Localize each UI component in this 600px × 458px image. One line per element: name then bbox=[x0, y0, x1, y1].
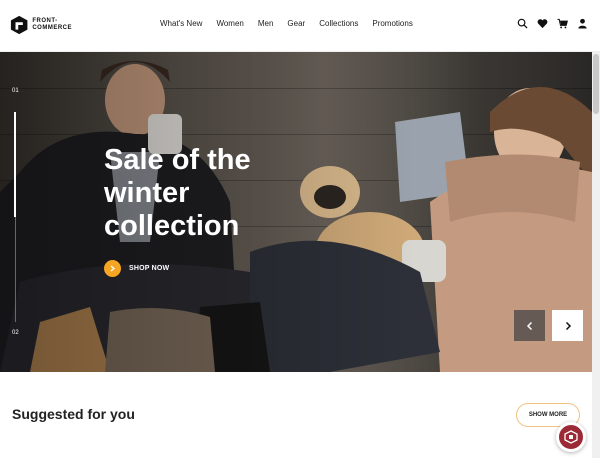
shop-now-label: SHOP NOW bbox=[129, 265, 170, 272]
brand-name-line2: COMMERCE bbox=[32, 25, 72, 31]
chevron-right-icon bbox=[110, 265, 115, 272]
carousel-prev-button[interactable] bbox=[514, 310, 545, 341]
chevron-right-icon bbox=[565, 321, 571, 330]
nav-item-promotions[interactable]: Promotions bbox=[372, 19, 412, 28]
nav-item-whats-new[interactable]: What's New bbox=[160, 19, 202, 28]
brand-logo[interactable]: FRONT- COMMERCE bbox=[10, 14, 72, 36]
shop-now-button[interactable]: SHOP NOW bbox=[104, 260, 169, 277]
hero-title: Sale of the winter collection bbox=[104, 144, 251, 242]
page-scrollbar[interactable] bbox=[592, 52, 600, 458]
hero-carousel: 01 02 Sale of the winter collection SHOP… bbox=[0, 52, 592, 372]
slide-progress-fill bbox=[14, 112, 16, 217]
logo-icon bbox=[10, 15, 28, 35]
cart-icon[interactable] bbox=[557, 18, 568, 29]
site-header: FRONT- COMMERCE What's New Women Men Gea… bbox=[0, 0, 600, 52]
chat-widget-button[interactable] bbox=[556, 422, 586, 452]
heart-icon[interactable] bbox=[537, 18, 548, 29]
nav-item-gear[interactable]: Gear bbox=[287, 19, 305, 28]
header-actions bbox=[517, 18, 588, 29]
slide-index-current[interactable]: 01 bbox=[12, 88, 19, 94]
suggested-title: Suggested for you bbox=[12, 406, 135, 422]
cta-circle bbox=[104, 260, 121, 277]
slide-index-next[interactable]: 02 bbox=[12, 330, 19, 336]
main-nav: What's New Women Men Gear Collections Pr… bbox=[160, 19, 427, 28]
search-icon[interactable] bbox=[517, 18, 528, 29]
user-icon[interactable] bbox=[577, 18, 588, 29]
scrollbar-thumb[interactable] bbox=[593, 54, 599, 114]
brand-name: FRONT- COMMERCE bbox=[32, 18, 72, 32]
nav-item-women[interactable]: Women bbox=[216, 19, 243, 28]
nav-item-collections[interactable]: Collections bbox=[319, 19, 358, 28]
brand-name-line1: FRONT- bbox=[32, 18, 58, 24]
chevron-left-icon bbox=[526, 321, 532, 330]
carousel-next-button[interactable] bbox=[552, 310, 583, 341]
chat-icon bbox=[564, 430, 578, 444]
nav-item-men[interactable]: Men bbox=[258, 19, 274, 28]
